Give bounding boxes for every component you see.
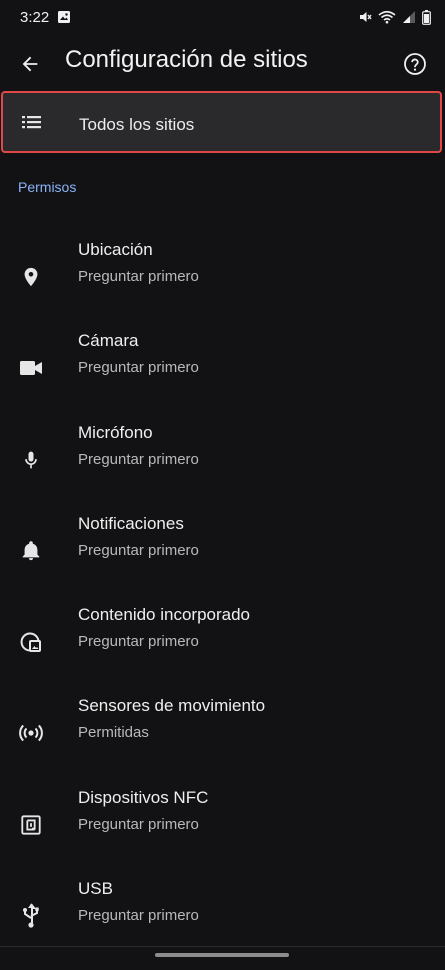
permission-title: Notificaciones — [78, 514, 184, 533]
permission-title: Contenido incorporado — [78, 605, 251, 624]
usb-icon — [18, 903, 44, 929]
permission-subtitle: Preguntar primero — [78, 451, 199, 468]
permission-row-camera[interactable]: Cámara Preguntar primero — [0, 331, 445, 422]
embedded-content-icon — [18, 629, 44, 655]
back-button[interactable] — [14, 48, 46, 80]
permission-title: Cámara — [78, 331, 139, 350]
section-header-permissions: Permisos — [18, 179, 77, 195]
location-pin-icon — [18, 264, 44, 290]
permission-row-embedded-content[interactable]: Contenido incorporado Preguntar primero — [0, 605, 445, 696]
page-title: Configuración de sitios — [65, 46, 308, 73]
permission-subtitle: Permitidas — [78, 724, 149, 741]
motion-sensor-icon — [18, 720, 44, 746]
permission-subtitle: Preguntar primero — [78, 359, 199, 376]
bottom-divider — [0, 946, 445, 947]
nfc-icon — [18, 812, 44, 838]
permission-subtitle: Preguntar primero — [78, 633, 199, 650]
battery-icon — [422, 9, 431, 25]
permission-title: USB — [78, 879, 113, 898]
image-icon — [57, 10, 71, 24]
permission-subtitle: Preguntar primero — [78, 907, 199, 924]
status-right — [358, 9, 431, 25]
gesture-nav-handle[interactable] — [155, 953, 289, 957]
help-circle-icon — [404, 53, 426, 75]
permission-row-motion-sensors[interactable]: Sensores de movimiento Permitidas — [0, 696, 445, 787]
permission-subtitle: Preguntar primero — [78, 268, 199, 285]
bell-icon — [18, 538, 44, 564]
signal-icon — [402, 10, 416, 24]
all-sites-label: Todos los sitios — [79, 115, 195, 134]
status-bar: 3:22 — [0, 0, 445, 34]
arrow-back-icon — [22, 56, 38, 72]
permission-title: Sensores de movimiento — [78, 696, 266, 715]
list-icon — [21, 113, 43, 136]
permission-row-nfc[interactable]: Dispositivos NFC Preguntar primero — [0, 788, 445, 879]
help-button[interactable] — [399, 48, 431, 80]
microphone-icon — [18, 447, 44, 473]
app-bar: Configuración de sitios — [0, 34, 445, 90]
all-sites-item[interactable]: Todos los sitios — [1, 91, 442, 153]
wifi-icon — [378, 10, 396, 24]
permission-subtitle: Preguntar primero — [78, 542, 199, 559]
permission-title: Dispositivos NFC — [78, 788, 209, 807]
mute-icon — [358, 10, 372, 24]
status-left: 3:22 — [20, 9, 71, 26]
status-time: 3:22 — [20, 8, 50, 26]
permission-row-location[interactable]: Ubicación Preguntar primero — [0, 240, 445, 331]
permission-title: Ubicación — [78, 240, 153, 259]
permission-row-microphone[interactable]: Micrófono Preguntar primero — [0, 423, 445, 514]
permission-subtitle: Preguntar primero — [78, 816, 199, 833]
camera-icon — [18, 355, 44, 381]
permission-title: Micrófono — [78, 423, 153, 442]
permission-row-notifications[interactable]: Notificaciones Preguntar primero — [0, 514, 445, 605]
